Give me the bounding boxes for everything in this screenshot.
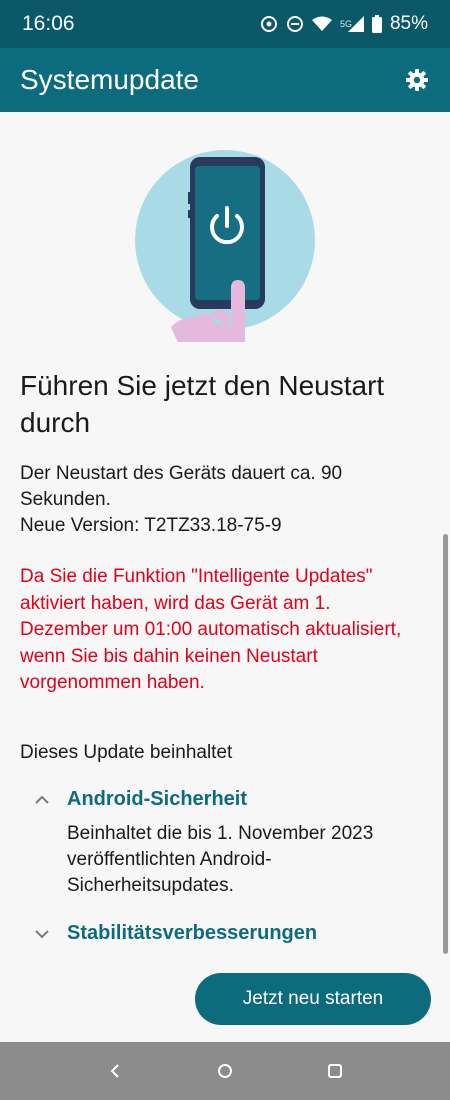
status-icons: 5G 85%: [260, 13, 428, 35]
recents-icon[interactable]: [315, 1051, 355, 1091]
home-icon[interactable]: [205, 1051, 245, 1091]
auto-update-warning: Da Sie die Funktion "Intelligente Update…: [20, 566, 402, 693]
phone-restart-illustration: [135, 150, 315, 342]
heading: Führen Sie jetzt den Neustart durch: [20, 370, 385, 438]
wifi-icon: [311, 16, 332, 32]
sync-icon: [260, 15, 278, 33]
chevron-up-icon: [32, 790, 52, 810]
includes-label: Dieses Update beinhaltet: [20, 742, 233, 763]
section-android-security: Android-Sicherheit Beinhaltet die bis 1.…: [32, 788, 422, 899]
status-bar: 16:06 5G 85%: [0, 0, 450, 48]
new-version: Neue Version: T2TZ33.18-75-9: [20, 515, 282, 536]
section-title: Stabilitätsverbesserungen: [67, 922, 318, 944]
scrollbar[interactable]: [443, 534, 448, 954]
section-stability: Stabilitätsverbesserungen: [32, 922, 422, 945]
gear-icon[interactable]: [404, 67, 430, 93]
chevron-down-icon: [32, 924, 52, 944]
status-time: 16:06: [22, 12, 75, 35]
page-title: Systemupdate: [20, 64, 199, 95]
dnd-icon: [286, 15, 304, 33]
section-title: Android-Sicherheit: [67, 788, 248, 810]
section-android-security-header[interactable]: Android-Sicherheit: [32, 788, 422, 811]
nav-bar: [0, 1042, 450, 1100]
section-stability-header[interactable]: Stabilitätsverbesserungen: [32, 922, 422, 945]
back-icon[interactable]: [95, 1051, 135, 1091]
app-bar: Systemupdate: [0, 48, 450, 112]
main-content: Führen Sie jetzt den Neustart durch Der …: [0, 112, 450, 1042]
restart-duration: Der Neustart des Geräts dauert ca. 90 Se…: [20, 463, 343, 510]
info-text: Der Neustart des Geräts dauert ca. 90 Se…: [20, 461, 420, 539]
restart-now-button[interactable]: Jetzt neu starten: [195, 973, 431, 1025]
battery-icon: [371, 15, 382, 33]
section-body: Beinhaltet die bis 1. November 2023 verö…: [67, 823, 374, 896]
signal-icon: 5G: [340, 16, 364, 32]
network-type: 5G: [339, 19, 352, 29]
battery-percent: 85%: [389, 13, 428, 34]
